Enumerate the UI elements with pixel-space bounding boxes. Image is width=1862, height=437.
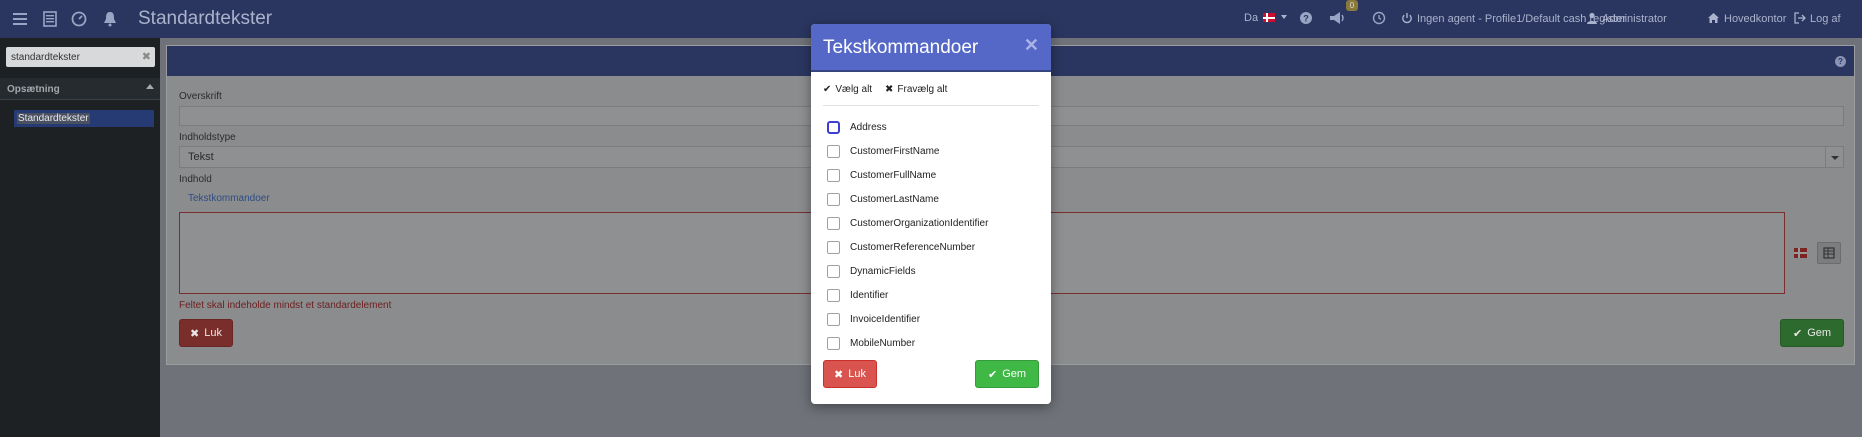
checkbox-label: Address bbox=[850, 121, 887, 133]
logout-icon bbox=[1794, 12, 1806, 27]
checkbox-label: DynamicFields bbox=[850, 265, 916, 277]
text-commands-link[interactable]: Tekstkommandoer bbox=[188, 193, 270, 204]
heading-label: Overskrift bbox=[179, 91, 222, 102]
menu-icon[interactable] bbox=[11, 10, 29, 28]
checkbox-label: CustomerFullName bbox=[850, 169, 937, 181]
clear-search-icon[interactable]: ✖ bbox=[142, 50, 151, 63]
checkbox[interactable] bbox=[827, 216, 840, 230]
power-icon bbox=[1401, 12, 1413, 27]
close-icon: ✖ bbox=[190, 327, 200, 340]
list-item[interactable]: CustomerFullName bbox=[827, 167, 936, 183]
checkbox[interactable] bbox=[827, 168, 840, 182]
check-icon: ✔ bbox=[987, 368, 998, 381]
save-button-label: Gem bbox=[1807, 327, 1832, 339]
sidebar-item-label: Standardtekster bbox=[17, 113, 90, 124]
chevron-up-icon bbox=[146, 84, 154, 89]
content-type-label: Indholdstype bbox=[179, 132, 236, 143]
svg-text:?: ? bbox=[1303, 14, 1309, 24]
logout-link[interactable]: Log af bbox=[1794, 12, 1841, 27]
save-button[interactable]: ✔ Gem bbox=[1780, 319, 1844, 347]
content-type-value: Tekst bbox=[188, 151, 214, 163]
modal-save-button[interactable]: ✔ Gem bbox=[975, 360, 1039, 388]
checkbox-label: CustomerReferenceNumber bbox=[850, 241, 976, 253]
select-all-label: Vælg alt bbox=[835, 84, 873, 95]
user-menu[interactable]: Administrator bbox=[1586, 12, 1667, 27]
help-icon[interactable]: ? bbox=[1299, 11, 1313, 25]
modal-save-label: Gem bbox=[1002, 368, 1027, 380]
checkbox[interactable] bbox=[827, 336, 840, 350]
list-item[interactable]: MobileNumber bbox=[827, 335, 915, 351]
list-item[interactable]: CustomerLastName bbox=[827, 191, 939, 207]
notification-count-badge: 0 bbox=[1346, 0, 1358, 11]
checkbox-label: CustomerLastName bbox=[850, 193, 939, 205]
list-icon[interactable] bbox=[41, 10, 59, 28]
danish-flag-icon bbox=[1263, 13, 1276, 22]
select-all-button[interactable]: ✔ Vælg alt bbox=[823, 84, 872, 95]
close-icon[interactable]: ✕ bbox=[1024, 35, 1039, 56]
office-label: Hovedkontor bbox=[1724, 13, 1787, 25]
checkbox[interactable] bbox=[827, 192, 840, 206]
text-commands-modal: Tekstkommandoer ✕ ✔ Vælg alt ✖ Fravælg a… bbox=[811, 24, 1051, 404]
language-selector[interactable]: Da bbox=[1244, 12, 1288, 24]
close-button[interactable]: ✖ Luk bbox=[179, 319, 233, 347]
close-button-label: Luk bbox=[204, 327, 222, 339]
user-label: Administrator bbox=[1602, 13, 1667, 25]
modal-header: Tekstkommandoer ✕ bbox=[811, 24, 1051, 72]
checkbox[interactable] bbox=[827, 312, 840, 326]
list-item[interactable]: CustomerReferenceNumber bbox=[827, 239, 975, 255]
list-item[interactable]: InvoiceIdentifier bbox=[827, 311, 920, 327]
list-item[interactable]: Address bbox=[827, 119, 887, 135]
checkbox[interactable] bbox=[827, 240, 840, 254]
help-icon[interactable]: ? bbox=[1835, 56, 1846, 67]
sidebar: ✖ Opsætning Standardtekster bbox=[0, 38, 160, 437]
selection-toolbar: ✔ Vælg alt ✖ Fravælg alt bbox=[823, 84, 1039, 106]
checkbox-label: InvoiceIdentifier bbox=[850, 313, 921, 325]
modal-close-button[interactable]: ✖ Luk bbox=[823, 360, 877, 388]
deselect-all-button[interactable]: ✖ Fravælg alt bbox=[885, 84, 947, 95]
check-icon: ✔ bbox=[1792, 327, 1803, 340]
list-item[interactable]: CustomerOrganizationIdentifier bbox=[827, 215, 988, 231]
table-icon[interactable] bbox=[1817, 242, 1841, 264]
dashboard-icon[interactable] bbox=[70, 10, 88, 28]
bell-icon[interactable] bbox=[101, 10, 119, 28]
close-icon: ✖ bbox=[834, 368, 844, 381]
modal-close-label: Luk bbox=[848, 368, 866, 380]
chevron-down-icon[interactable] bbox=[1825, 147, 1843, 167]
deselect-all-label: Fravælg alt bbox=[897, 84, 948, 95]
checkbox[interactable] bbox=[827, 264, 840, 278]
list-item[interactable]: Identifier bbox=[827, 287, 888, 303]
modal-title: Tekstkommandoer bbox=[823, 37, 979, 58]
sidebar-section-label: Opsætning bbox=[7, 84, 60, 95]
search-input[interactable] bbox=[6, 47, 136, 67]
user-icon bbox=[1586, 12, 1598, 27]
content-label: Indhold bbox=[179, 174, 212, 185]
sidebar-item-standardtekster[interactable]: Standardtekster bbox=[14, 110, 154, 127]
checkbox[interactable] bbox=[827, 288, 840, 302]
list-item[interactable]: DynamicFields bbox=[827, 263, 916, 279]
checkbox-label: Identifier bbox=[850, 289, 889, 301]
page-title: Standardtekster bbox=[138, 8, 273, 29]
logout-label: Log af bbox=[1810, 13, 1841, 25]
clock-icon[interactable] bbox=[1372, 11, 1386, 25]
chevron-down-icon bbox=[1281, 15, 1288, 19]
home-icon bbox=[1707, 12, 1720, 27]
check-icon: ✔ bbox=[823, 84, 832, 95]
list-item[interactable]: CustomerFirstName bbox=[827, 143, 939, 159]
checkbox[interactable] bbox=[827, 144, 840, 158]
office-menu[interactable]: Hovedkontor bbox=[1707, 12, 1786, 27]
sidebar-section-opsaetning[interactable]: Opsætning bbox=[0, 78, 160, 100]
megaphone-icon[interactable] bbox=[1328, 10, 1346, 26]
cross-icon: ✖ bbox=[885, 84, 894, 95]
checkbox[interactable] bbox=[827, 120, 840, 134]
checkbox-label: CustomerOrganizationIdentifier bbox=[850, 217, 989, 229]
validation-error: Feltet skal indeholde mindst et standard… bbox=[179, 300, 392, 311]
sidebar-search: ✖ bbox=[6, 47, 155, 67]
language-label: Da bbox=[1244, 12, 1259, 24]
danish-flag-icon[interactable] bbox=[1794, 248, 1807, 258]
checkbox-label: CustomerFirstName bbox=[850, 145, 940, 157]
checkbox-label: MobileNumber bbox=[850, 337, 916, 349]
